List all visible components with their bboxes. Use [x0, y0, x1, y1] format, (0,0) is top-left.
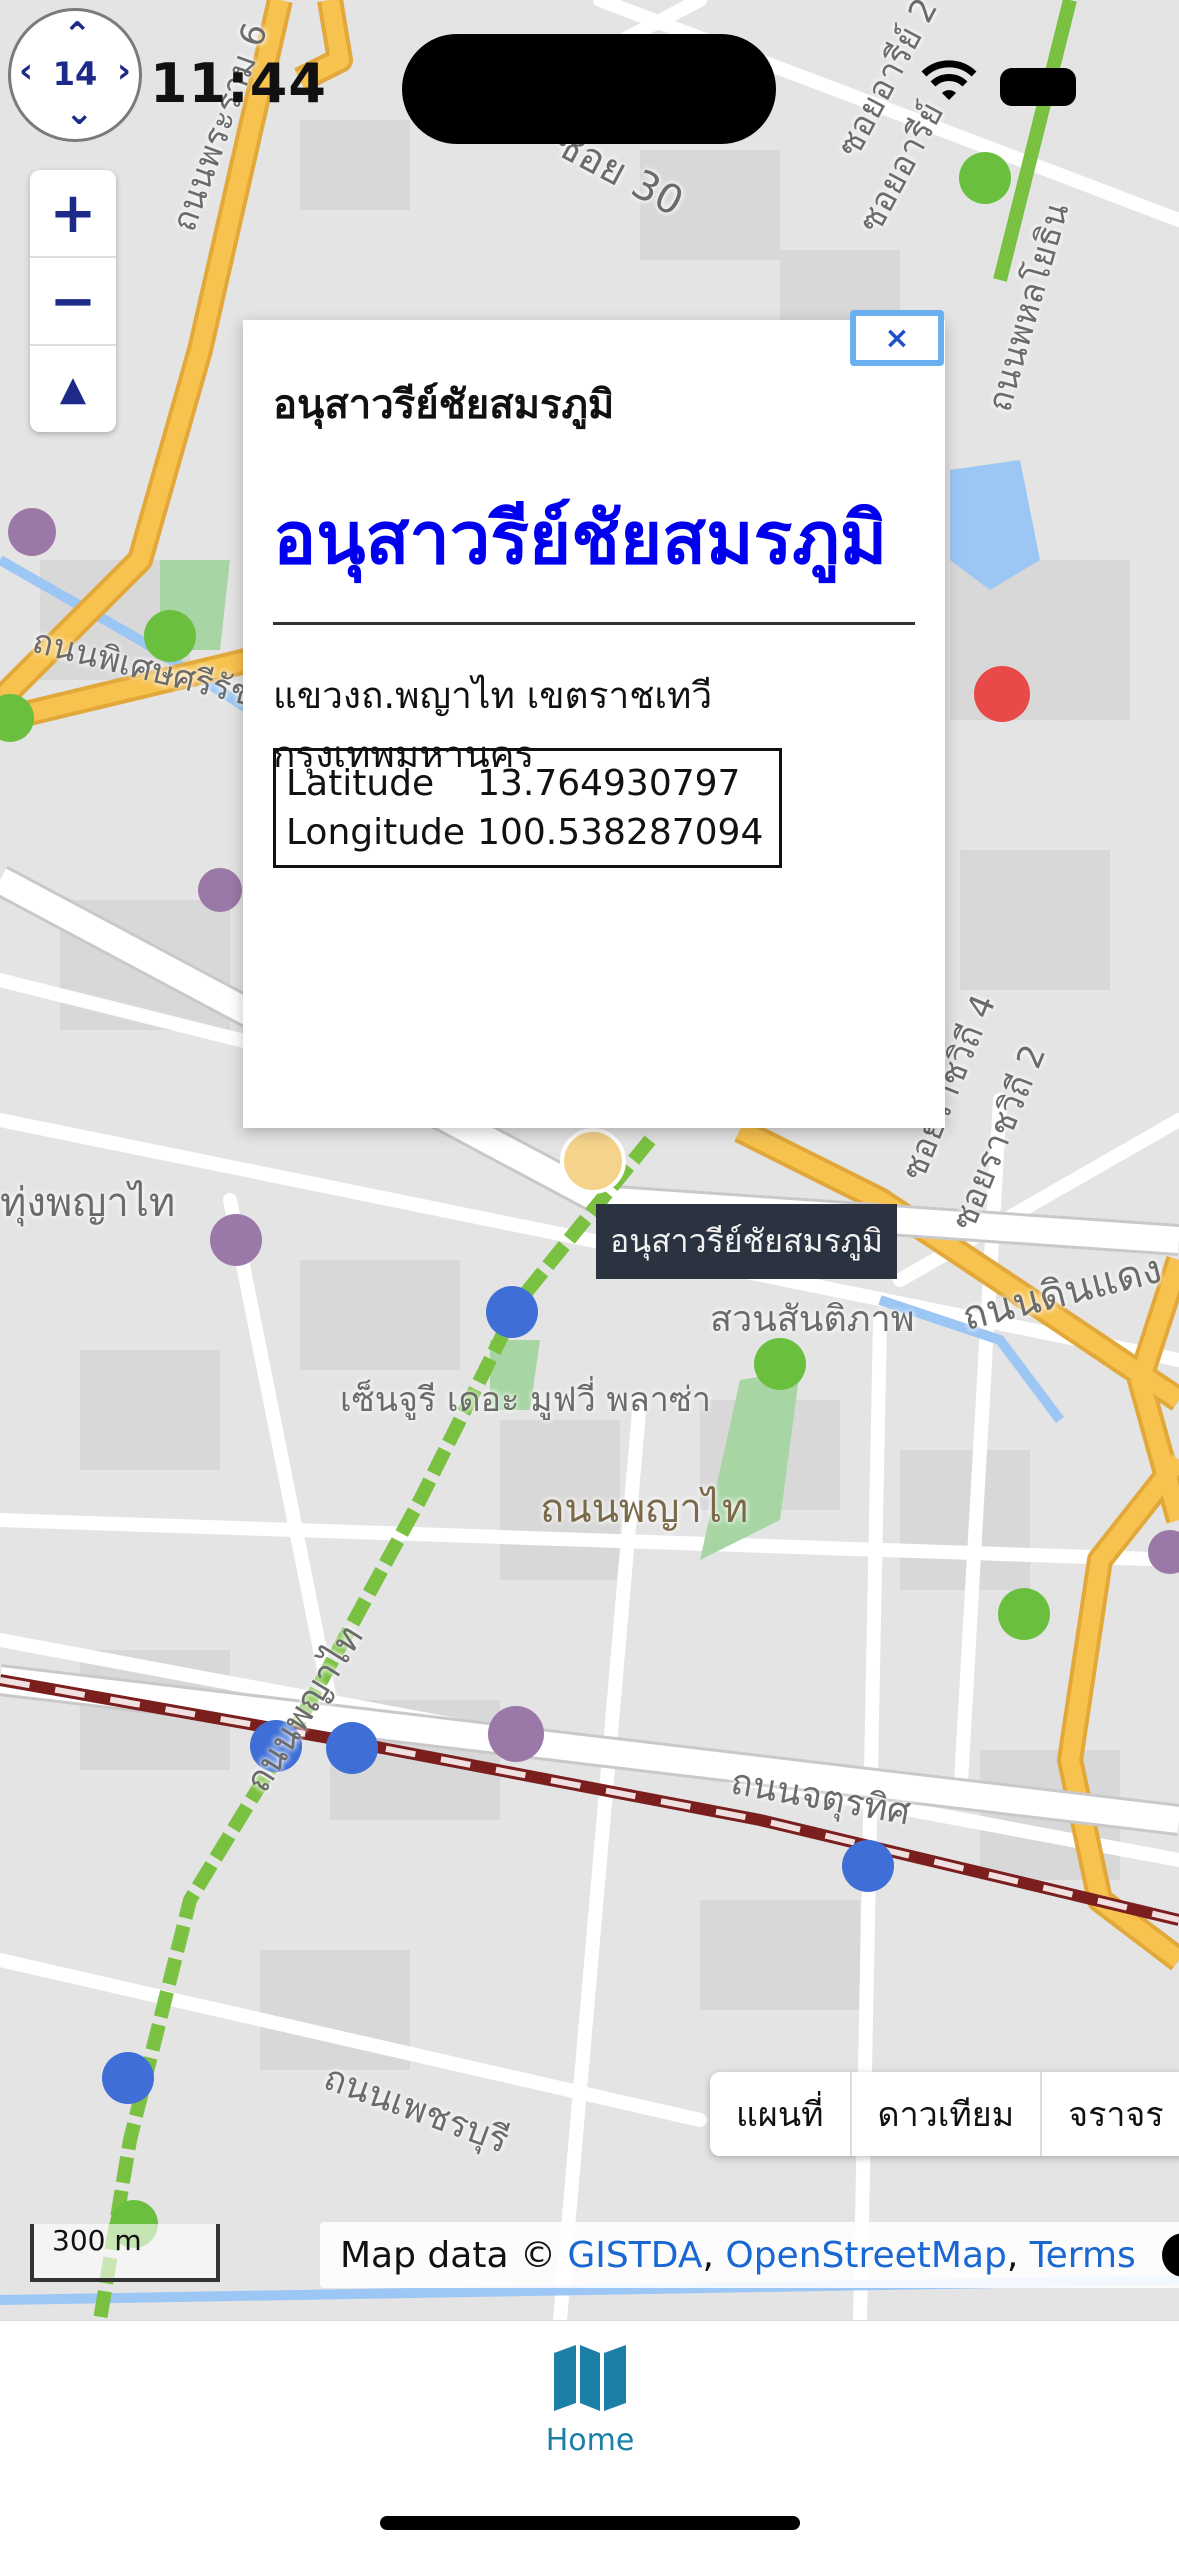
popup-heading: อนุสาวรีย์ชัยสมรภูมิ	[273, 496, 888, 580]
info-icon[interactable]: i	[1161, 2233, 1179, 2277]
attribution-separator-2: ,	[1006, 2234, 1030, 2276]
attribution-prefix: Map data ©	[340, 2234, 568, 2276]
pan-right-icon[interactable]: ›	[117, 51, 131, 91]
compass-button[interactable]: ▲	[30, 346, 116, 432]
pan-navigation-control[interactable]: ⌃ ‹ 14 › ⌄	[8, 8, 142, 142]
zoom-out-button[interactable]: −	[30, 258, 116, 344]
popup-title: อนุสาวรีย์ชัยสมรภูมิ	[273, 382, 615, 428]
map-attribution: Map data © GISTDA , OpenStreetMap , Term…	[320, 2222, 1179, 2288]
longitude-label: Longitude	[286, 812, 466, 853]
status-time: 11:44	[150, 52, 327, 115]
map-label-century-plaza: เซ็นจูรี เดอะ มูฟวี่ พลาซ่า	[340, 1380, 712, 1420]
layer-satellite-button[interactable]: ดาวเทียม	[852, 2072, 1043, 2156]
zoom-control: + − ▲	[30, 170, 116, 432]
scale-bar: 300 m	[30, 2224, 220, 2282]
longitude-value: 100.538287094	[477, 812, 764, 853]
marker-tooltip: อนุสาวรีย์ชัยสมรภูมิ	[596, 1204, 897, 1279]
latitude-value: 13.764930797	[477, 763, 741, 804]
popup-close-button[interactable]: ×	[850, 310, 944, 366]
terms-link[interactable]: Terms	[1030, 2235, 1136, 2276]
scale-label: 300 m	[52, 2224, 142, 2257]
map-label-thung-phayathai: ทุ่งพญาไท	[0, 1180, 176, 1226]
layer-map-button[interactable]: แผนที่	[710, 2072, 852, 2156]
battery-icon	[1000, 68, 1076, 106]
latitude-row: Latitude 13.764930797	[286, 759, 769, 808]
home-indicator	[380, 2516, 800, 2530]
map-icon	[554, 2345, 626, 2411]
layer-switcher: แผนที่ ดาวเทียม จราจร	[710, 2072, 1179, 2156]
layer-traffic-button[interactable]: จราจร	[1042, 2072, 1179, 2156]
attribution-separator: ,	[702, 2234, 726, 2276]
selected-marker-icon[interactable]	[560, 1128, 626, 1194]
pan-down-icon[interactable]: ⌄	[65, 93, 94, 133]
gistda-link[interactable]: GISTDA	[567, 2235, 702, 2276]
place-popup: อนุสาวรีย์ชัยสมรภูมิ อนุสาวรีย์ชัยสมรภูม…	[243, 320, 945, 1128]
pan-up-icon[interactable]: ⌃	[63, 15, 92, 55]
dynamic-island	[402, 34, 776, 144]
latitude-label: Latitude	[286, 763, 435, 804]
tab-home[interactable]: Home	[500, 2343, 680, 2458]
openstreetmap-link[interactable]: OpenStreetMap	[725, 2235, 1007, 2276]
longitude-row: Longitude 100.538287094	[286, 808, 769, 857]
tab-home-label: Home	[545, 2423, 635, 2458]
wifi-icon	[921, 60, 977, 100]
map-label-phayathai-road: ถนนพญาไท	[540, 1486, 749, 1532]
coordinates-table: Latitude 13.764930797 Longitude 100.5382…	[273, 748, 783, 868]
map-label-santiphap-park: สวนสันติภาพ	[710, 1299, 915, 1340]
zoom-in-button[interactable]: +	[30, 170, 116, 256]
popup-divider	[273, 622, 915, 625]
